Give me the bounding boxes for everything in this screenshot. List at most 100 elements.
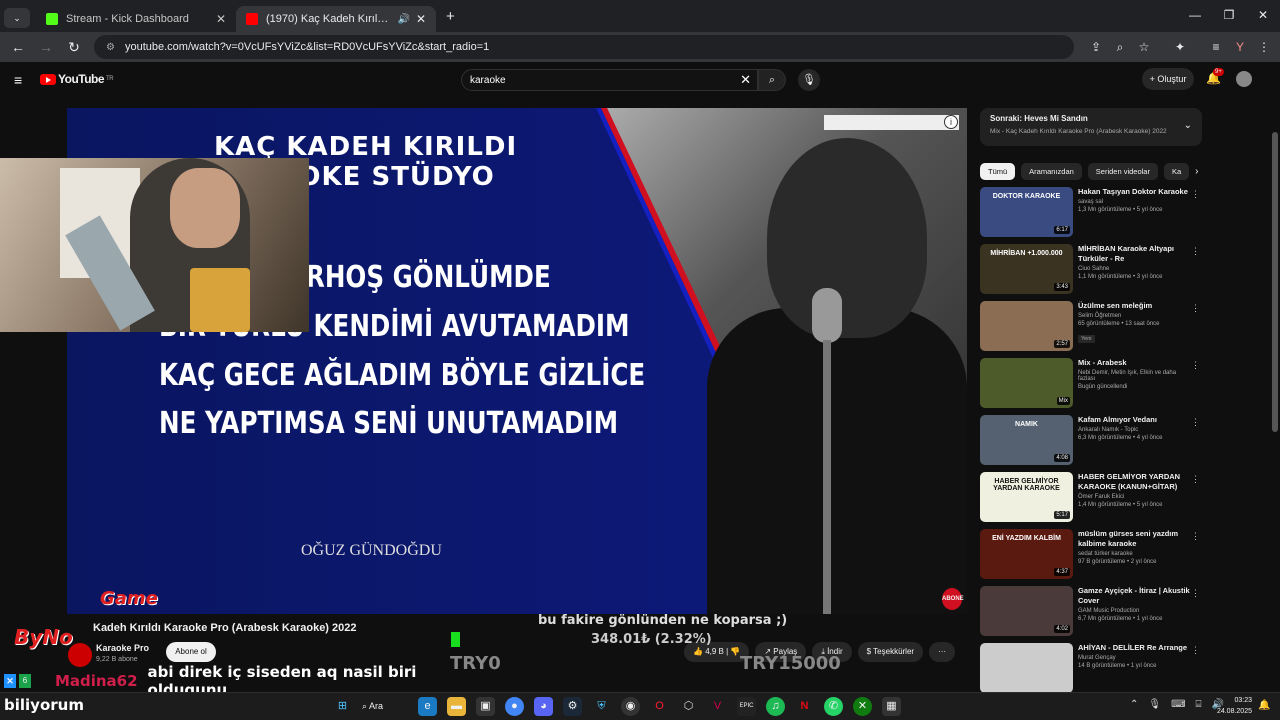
video-menu-icon[interactable]: ⋮ xyxy=(1191,645,1200,656)
system-clock[interactable]: 03:23 24.08.2025 xyxy=(1212,695,1252,717)
maximize-button[interactable]: ❐ xyxy=(1212,0,1246,30)
discord-icon[interactable]: ◕ xyxy=(534,697,553,716)
video-menu-icon[interactable]: ⋮ xyxy=(1191,474,1200,485)
back-icon[interactable]: ← xyxy=(6,39,30,55)
video-thumbnail[interactable] xyxy=(980,643,1073,693)
video-menu-icon[interactable]: ⋮ xyxy=(1191,189,1200,200)
create-button[interactable]: + Oluştur xyxy=(1142,68,1194,90)
new-tab-button[interactable]: + xyxy=(446,8,455,25)
video-menu-icon[interactable]: ⋮ xyxy=(1191,417,1200,428)
mic-tray-icon[interactable]: 🎙 xyxy=(1148,699,1161,710)
search-input[interactable]: karaoke ✕ xyxy=(461,69,758,91)
related-video-item[interactable]: HABER GELMİYOR YARDAN KARAOKE 5:17 HABER G… xyxy=(980,472,1202,522)
video-menu-icon[interactable]: ⋮ xyxy=(1191,246,1200,257)
video-menu-icon[interactable]: ⋮ xyxy=(1191,360,1200,371)
video-thumbnail[interactable]: MİHRİBAN +1.000.000 3:43 xyxy=(980,244,1073,294)
bookmark-star-icon[interactable]: ☆ xyxy=(1132,40,1156,55)
edge-icon[interactable]: e xyxy=(418,697,437,716)
url-field[interactable]: ⚙ youtube.com/watch?v=0VcUFsYViZc&list=R… xyxy=(94,35,1074,59)
menu-icon[interactable]: ≡ xyxy=(14,72,22,88)
page-scrollbar[interactable] xyxy=(1272,132,1278,432)
video-thumbnail[interactable]: Mix xyxy=(980,358,1073,408)
install-icon[interactable]: ⇪ xyxy=(1084,40,1108,55)
youtube-masthead: ≡ YouTube TR karaoke ✕ ⌕ 🎙 + Oluştur 🔔 9… xyxy=(0,62,1270,96)
chevron-right-icon[interactable]: › xyxy=(1195,163,1198,180)
forward-icon[interactable]: → xyxy=(34,39,58,55)
subscribe-watermark[interactable]: ABONE OL xyxy=(942,588,964,610)
app-icon[interactable]: ⬡ xyxy=(679,697,698,716)
related-video-item[interactable]: 4:02 Gamze Ayçiçek - İtiraz | Akustik Cov… xyxy=(980,586,1202,636)
zoom-icon[interactable]: ⌕ xyxy=(1108,40,1132,55)
shield-icon[interactable]: ⛨ xyxy=(592,697,611,716)
taskbar-search[interactable]: ⌕ Ara xyxy=(362,701,408,712)
opera-icon[interactable]: O xyxy=(650,697,669,716)
clear-search-icon[interactable]: ✕ xyxy=(740,72,751,88)
chrome-icon[interactable]: ● xyxy=(505,697,524,716)
account-avatar[interactable] xyxy=(1236,71,1252,87)
reload-icon[interactable]: ↻ xyxy=(62,39,86,56)
file-explorer-icon[interactable]: ▬ xyxy=(447,697,466,716)
channel-name[interactable]: Karaoke Pro xyxy=(96,643,149,653)
youtube-logo[interactable]: YouTube TR xyxy=(40,72,114,86)
video-thumbnail[interactable]: NAMIK 4:08 xyxy=(980,415,1073,465)
chevron-down-icon[interactable]: ⌄ xyxy=(1184,120,1192,131)
video-menu-icon[interactable]: ⋮ xyxy=(1191,588,1200,599)
netflix-icon[interactable]: N xyxy=(795,697,814,716)
tab-list-button[interactable]: ⌄ xyxy=(4,8,30,28)
obs-icon[interactable]: ◉ xyxy=(621,697,640,716)
chip-series[interactable]: Seriden videolar xyxy=(1087,163,1158,180)
video-menu-icon[interactable]: ⋮ xyxy=(1191,531,1200,542)
related-video-item[interactable]: NAMIK 4:08 Kafam Almıyor Vedanı Ankaralı Na… xyxy=(980,415,1202,465)
related-video-item[interactable]: 2:57 Üzülme sen meleğim Selim Öğretmen 65 g… xyxy=(980,301,1202,351)
subscribe-button[interactable]: Abone ol xyxy=(166,642,216,662)
start-icon[interactable]: ⊞ xyxy=(333,697,352,716)
notification-center-icon[interactable]: 🔔 xyxy=(1258,700,1270,711)
related-video-item[interactable]: MİHRİBAN +1.000.000 3:43 MİHRİBAN Karaoke … xyxy=(980,244,1202,294)
extensions-icon[interactable]: ✦ xyxy=(1168,40,1192,55)
chip-from-search[interactable]: Aramanızdan xyxy=(1021,163,1082,180)
thanks-button[interactable]: $ Teşekkürler xyxy=(857,642,924,662)
store-icon[interactable]: ▣ xyxy=(476,697,495,716)
network-icon[interactable]: ⌸ xyxy=(1196,699,1202,710)
tab-kick-dashboard[interactable]: Stream - Kick Dashboard ✕ xyxy=(36,6,236,32)
close-tab-icon[interactable]: ✕ xyxy=(216,12,226,26)
close-tab-icon[interactable]: ✕ xyxy=(416,12,426,26)
xbox-icon[interactable]: ✕ xyxy=(853,697,872,716)
video-thumbnail[interactable]: DOKTOR KARAOKE 6:17 xyxy=(980,187,1073,237)
video-thumbnail[interactable]: 4:02 xyxy=(980,586,1073,636)
related-video-item[interactable]: Mix Mix - Arabesk Nebi Demir, Metin Işık, … xyxy=(980,358,1202,408)
thumbs-down-icon[interactable]: | 👎 xyxy=(724,647,740,656)
spotify-icon[interactable]: ♫ xyxy=(766,697,785,716)
playlist-panel[interactable]: Sonraki: Heves Mi Sandın Mix - Kaç Kadeh… xyxy=(980,108,1202,146)
close-window-button[interactable]: ✕ xyxy=(1246,0,1280,30)
vs-icon[interactable]: V xyxy=(708,697,727,716)
whatsapp-icon[interactable]: ✆ xyxy=(824,697,843,716)
minimize-button[interactable]: — xyxy=(1178,0,1212,30)
steam-icon[interactable]: ⚙ xyxy=(563,697,582,716)
keyboard-icon[interactable]: ⌨ xyxy=(1171,699,1185,710)
tab-youtube-video[interactable]: (1970) Kaç Kadeh Kırıldı Kar 🔊 ✕ xyxy=(236,6,436,32)
voice-search-icon[interactable]: 🎙 xyxy=(798,69,820,91)
game-icon[interactable]: ▦ xyxy=(882,697,901,716)
site-info-icon[interactable]: ⚙ xyxy=(106,42,115,53)
video-menu-icon[interactable]: ⋮ xyxy=(1191,303,1200,314)
video-thumbnail[interactable]: ENİ YAZDIM KALBİM 4:37 xyxy=(980,529,1073,579)
tray-chevron-icon[interactable]: ⌃ xyxy=(1130,699,1138,710)
video-item-channel: Ciuo Sahne xyxy=(1078,266,1110,272)
kick-chat-badge: ✕ xyxy=(4,674,16,688)
menu-dots-icon[interactable]: ⋮ xyxy=(1252,40,1276,55)
info-icon[interactable]: i xyxy=(944,115,958,129)
profile-icon[interactable]: Y xyxy=(1228,40,1252,55)
chip-all[interactable]: Tümü xyxy=(980,163,1016,180)
related-video-item[interactable]: DOKTOR KARAOKE 6:17 Hakan Taşıyan Doktor K… xyxy=(980,187,1202,237)
related-video-item[interactable]: ENİ YAZDIM KALBİM 4:37 müslüm gürses seni … xyxy=(980,529,1202,579)
video-thumbnail[interactable]: 2:57 xyxy=(980,301,1073,351)
search-button[interactable]: ⌕ xyxy=(758,69,786,91)
video-thumbnail[interactable]: HABER GELMİYOR YARDAN KARAOKE 5:17 xyxy=(980,472,1073,522)
speaker-icon[interactable]: 🔊 xyxy=(397,14,409,25)
more-actions-button[interactable]: ··· xyxy=(929,642,956,662)
chip-more[interactable]: Ka xyxy=(1163,163,1190,180)
related-video-item[interactable]: AHİYAN - DELİLER Re Arrange Murat Gençay 1… xyxy=(980,643,1202,693)
media-icon[interactable]: ≡ xyxy=(1204,40,1228,55)
epic-icon[interactable]: EPIC xyxy=(737,697,756,716)
